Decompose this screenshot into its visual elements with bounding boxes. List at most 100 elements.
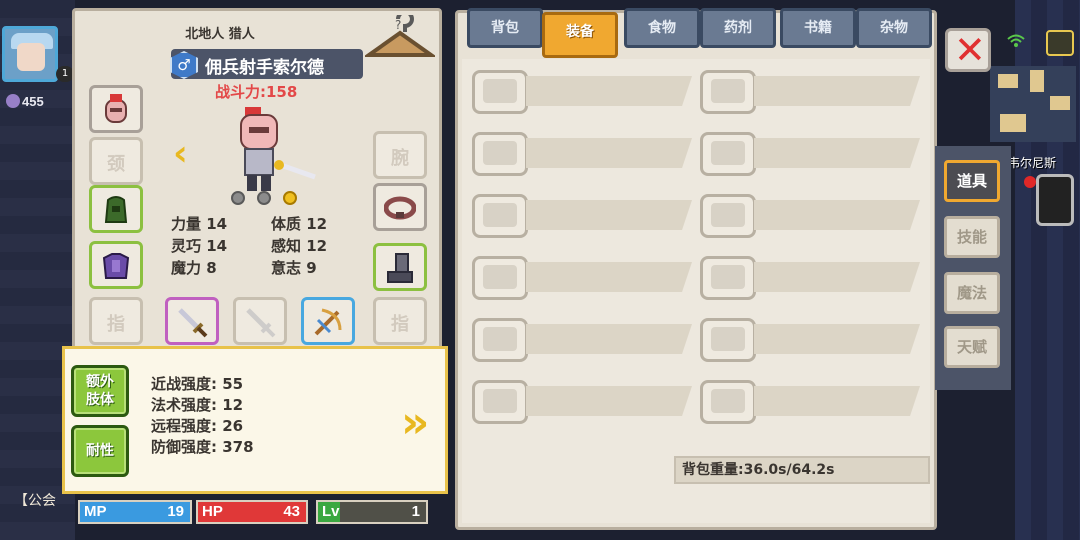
wrist-slot[interactable]: 腕 xyxy=(373,131,427,179)
ring-slot-right[interactable]: 指 xyxy=(373,297,427,345)
tab-books[interactable]: 书籍 xyxy=(780,8,856,48)
player-portrait[interactable] xyxy=(2,26,58,82)
phone-icon[interactable] xyxy=(1036,174,1074,226)
stat-value: 12 xyxy=(306,237,328,255)
main-weapon-slot[interactable] xyxy=(165,297,219,345)
armor-slot[interactable] xyxy=(89,241,143,289)
stat-label: 感知 xyxy=(271,237,302,255)
item-icon-placeholder xyxy=(472,132,528,176)
item-icon-placeholder xyxy=(700,256,756,300)
hood-icon xyxy=(104,196,128,223)
tab-backpack[interactable]: 背包 xyxy=(467,8,543,48)
side-tab-label: 技能 xyxy=(956,228,987,246)
neck-slot[interactable]: 颈 xyxy=(89,137,143,185)
inventory-slot[interactable] xyxy=(472,318,694,362)
level-label: Lv xyxy=(322,503,340,520)
tab-potions[interactable]: 药剂 xyxy=(700,8,776,48)
ranged-weapon-slot[interactable] xyxy=(301,297,355,345)
item-icon-placeholder xyxy=(700,132,756,176)
page-dot-active[interactable] xyxy=(283,191,297,205)
side-tab-magic[interactable]: 魔法 xyxy=(944,272,1000,314)
map-room xyxy=(1000,114,1026,132)
stat-value: 14 xyxy=(206,237,228,255)
item-info-strip xyxy=(526,262,692,292)
previous-character-arrow-icon[interactable]: ‹ xyxy=(173,136,203,172)
tab-equipment[interactable]: 装备 xyxy=(542,12,618,58)
hp-label: HP xyxy=(202,503,223,520)
next-page-arrow-icon[interactable]: » xyxy=(401,401,441,445)
resistance-button[interactable]: 耐性 xyxy=(71,425,129,477)
inventory-slot[interactable] xyxy=(472,256,694,300)
resistance-label: 耐性 xyxy=(86,443,114,459)
npc-marker-icon xyxy=(1024,176,1036,188)
item-icon-placeholder xyxy=(700,380,756,424)
wardrobe-hanger-icon[interactable]: ? xyxy=(365,15,435,65)
inventory-slot[interactable] xyxy=(700,256,922,300)
attribute-panel: 额外 肢体 耐性 近战强度: 55 法术强度: 12 远程强度: 26 防御强度… xyxy=(62,346,448,494)
item-icon-placeholder xyxy=(472,70,528,114)
side-tab-talents[interactable]: 天赋 xyxy=(944,326,1000,368)
inventory-slot[interactable] xyxy=(472,194,694,238)
tab-food[interactable]: 食物 xyxy=(624,8,700,48)
item-icon-placeholder xyxy=(472,256,528,300)
mp-bar: MP 19 xyxy=(78,500,192,524)
stat-magic: 魔力 8 xyxy=(171,257,217,278)
cloak-slot[interactable] xyxy=(89,185,143,233)
inventory-slot[interactable] xyxy=(472,70,694,114)
inventory-slot[interactable] xyxy=(700,318,922,362)
inventory-slot[interactable] xyxy=(700,132,922,176)
ranged-power: 远程强度: 26 xyxy=(151,417,244,435)
close-icon: ✕ xyxy=(954,28,986,72)
inventory-slot[interactable] xyxy=(700,380,922,424)
inventory-slot[interactable] xyxy=(700,70,922,114)
offhand-slot[interactable] xyxy=(233,297,287,345)
power-indicator: 455 xyxy=(6,94,44,109)
stat-value: 14 xyxy=(206,215,228,233)
extra-limbs-label: 额外 肢体 xyxy=(86,374,114,408)
power-arrow-icon xyxy=(6,94,20,108)
side-tab-skills[interactable]: 技能 xyxy=(944,216,1000,258)
stat-value: 8 xyxy=(206,259,217,277)
hp-bar: HP 43 xyxy=(196,500,308,524)
tab-label: 杂物 xyxy=(880,20,908,36)
item-icon-placeholder xyxy=(700,318,756,362)
guild-chat-tag[interactable]: 【公会 xyxy=(14,490,56,510)
helmet-slot[interactable] xyxy=(89,85,143,133)
extra-limbs-button[interactable]: 额外 肢体 xyxy=(71,365,129,417)
item-info-strip xyxy=(526,76,692,106)
inventory-slot[interactable] xyxy=(700,194,922,238)
exit-icon[interactable] xyxy=(1046,30,1074,56)
stat-strength: 力量 14 xyxy=(171,213,227,234)
tab-label: 书籍 xyxy=(804,20,832,36)
belt-icon xyxy=(384,196,416,220)
boots-slot[interactable] xyxy=(373,243,427,291)
item-icon-placeholder xyxy=(700,194,756,238)
tab-misc[interactable]: 杂物 xyxy=(856,8,932,48)
inventory-slot[interactable] xyxy=(472,132,694,176)
item-info-strip xyxy=(526,138,692,168)
character-race-class: 北地人 猎人 xyxy=(185,27,255,42)
close-button[interactable]: ✕ xyxy=(945,28,991,72)
page-dot[interactable] xyxy=(231,191,245,205)
mp-value: 19 xyxy=(167,503,184,520)
svg-text:?: ? xyxy=(395,18,401,32)
belt-slot[interactable] xyxy=(373,183,427,231)
item-info-strip xyxy=(754,386,920,416)
character-sprite xyxy=(240,107,316,191)
spell-power: 法术强度: 12 xyxy=(151,396,244,414)
item-info-strip xyxy=(526,324,692,354)
stat-label: 体质 xyxy=(271,215,302,233)
page-dot[interactable] xyxy=(257,191,271,205)
helmet-icon xyxy=(105,94,127,123)
ring-slot-left[interactable]: 指 xyxy=(89,297,143,345)
inventory-slot[interactable] xyxy=(472,380,694,424)
item-info-strip xyxy=(754,262,920,292)
level-bar: Lv 1 xyxy=(316,500,428,524)
stat-perception: 感知 12 xyxy=(271,235,327,256)
item-info-strip xyxy=(754,76,920,106)
minimap[interactable] xyxy=(990,66,1076,142)
page-indicator xyxy=(231,191,301,207)
stat-label: 力量 xyxy=(171,215,202,233)
side-tab-items[interactable]: 道具 xyxy=(944,160,1000,202)
item-info-strip xyxy=(526,200,692,230)
